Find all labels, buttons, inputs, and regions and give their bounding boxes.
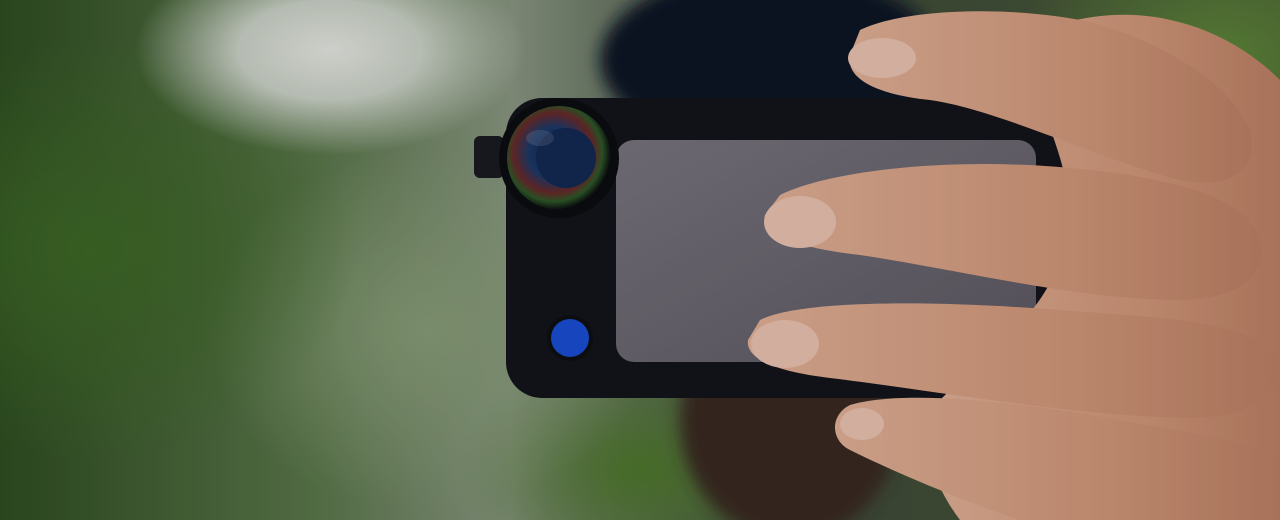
photo-illustration [474, 0, 1280, 520]
camera-lens-icon [499, 98, 619, 218]
hero-photo [0, 0, 1280, 520]
shutter-button [547, 315, 593, 361]
